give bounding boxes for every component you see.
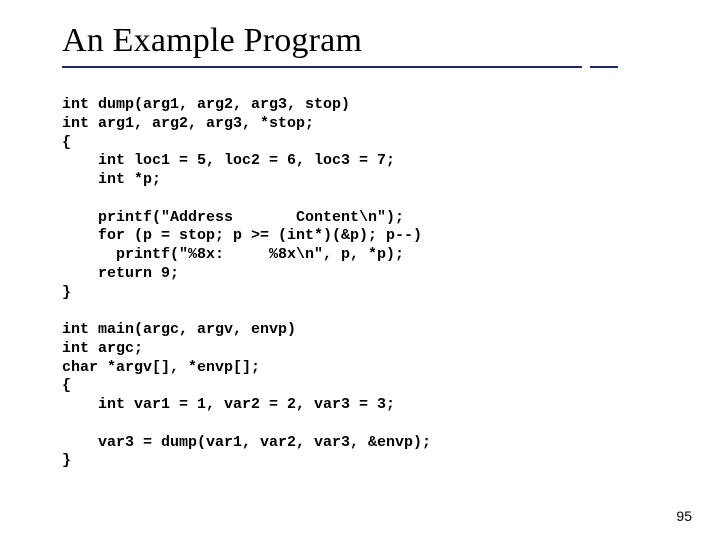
title-underline — [62, 64, 637, 74]
slide: An Example Program int dump(arg1, arg2, … — [0, 0, 720, 540]
page-number: 95 — [676, 508, 692, 524]
code-block: int dump(arg1, arg2, arg3, stop) int arg… — [62, 96, 720, 471]
underline-short — [590, 66, 618, 68]
page-title: An Example Program — [62, 22, 720, 60]
underline-long — [62, 66, 582, 68]
